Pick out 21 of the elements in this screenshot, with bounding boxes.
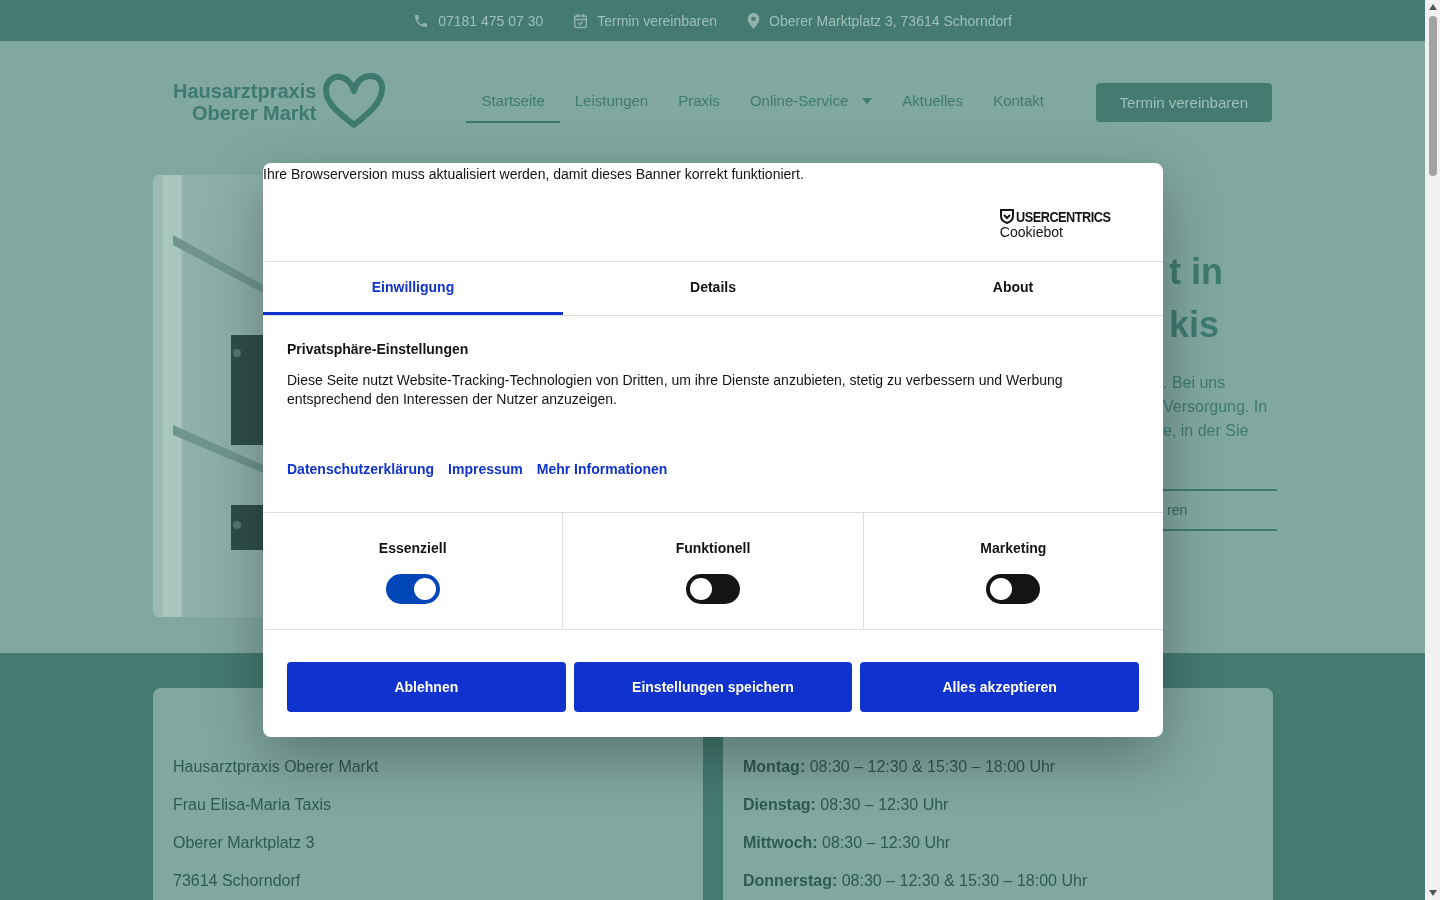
opening-hours-line: Mittwoch: 08:30 – 12:30 Uhr	[743, 833, 952, 852]
dialog-text: Diese Seite nutzt Website-Tracking-Technologien von Dritten, um ihre Dienste anzubieten, stetig zu verbessern und Werbung entsprechend den Interessen der Nutzer anzuzeigen.	[287, 371, 1064, 409]
hero-heading: kis	[1168, 303, 1221, 347]
dialog-title: Privatsphäre-Einstellungen	[287, 341, 470, 357]
address-line: 73614 Schorndorf	[173, 871, 302, 890]
address-line: Hausarztpraxis Oberer Markt	[173, 757, 380, 776]
hero-text: . Bei uns	[1163, 373, 1227, 393]
hero-heading: t in	[1168, 250, 1224, 294]
brand-product: Cookiebot	[999, 224, 1064, 240]
category-label: Funktionell	[675, 540, 751, 556]
hero-text: e, in der Sie	[1163, 421, 1250, 441]
opening-hours-line: Donnerstag: 08:30 – 12:30 & 15:30 – 18:00 Uhr	[743, 871, 1089, 890]
category-label: Essenziell	[378, 540, 447, 556]
opening-hours-line: Dienstag: 08:30 – 12:30 Uhr	[743, 795, 950, 814]
category-label: Marketing	[980, 540, 1047, 556]
opening-hours-line: Montag: 08:30 – 12:30 & 15:30 – 18:00 Uhr	[743, 757, 1057, 776]
hero-text: Versorgung. In	[1163, 397, 1269, 417]
brand-name: USERCENTRICS	[1015, 208, 1111, 225]
address-line: Frau Elisa-Maria Taxis	[173, 795, 332, 814]
address-line: Oberer Marktplatz 3	[173, 833, 316, 852]
browser-notice: Ihre Browserversion muss aktualisiert werden, damit dieses Banner korrekt funktioniert.	[263, 166, 805, 182]
